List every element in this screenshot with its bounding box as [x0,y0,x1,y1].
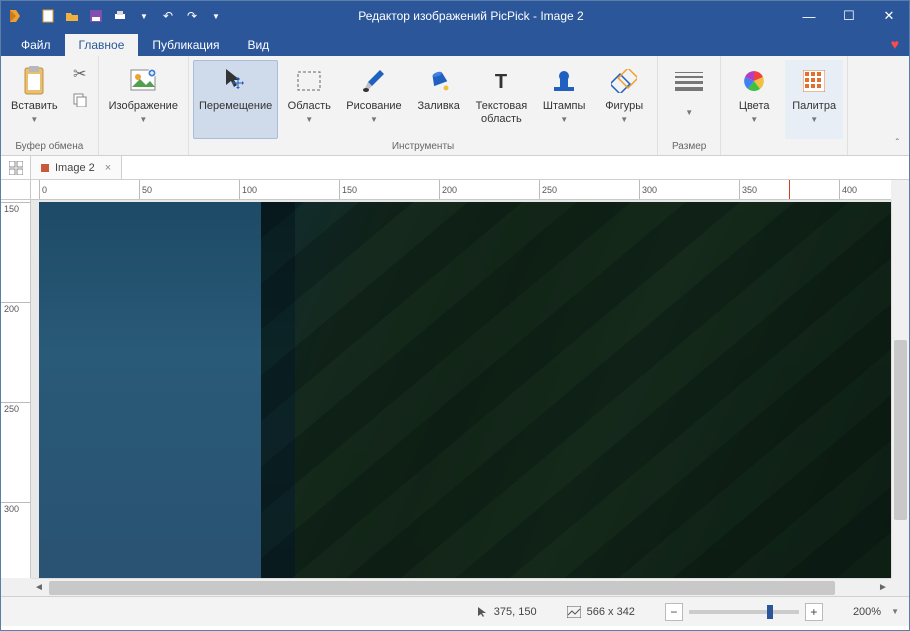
size-button[interactable]: ▼ [662,60,716,139]
clipboard-icon [21,64,47,98]
zoom-in-button[interactable]: + [805,603,823,621]
group-image: Изображение ▼ [99,56,189,155]
scroll-right-icon[interactable]: ► [875,582,891,593]
chevron-down-icon: ▼ [560,115,568,124]
undo-icon[interactable]: ↶ [157,5,179,27]
stamps-tool-button[interactable]: Штампы ▼ [535,60,593,139]
ruler-marker [789,180,790,200]
image-size: 566 x 342 [567,606,635,618]
scrollbar-thumb[interactable] [49,581,835,595]
status-bar: 375, 150 566 x 342 − + 200%▼ [1,596,909,626]
selection-icon [297,64,321,98]
workspace: 0 50 100 150 200 250 300 350 400 150 200… [1,180,909,596]
image-canvas[interactable] [39,202,891,578]
tab-publish[interactable]: Публикация [138,34,233,56]
chevron-down-icon: ▼ [305,115,313,124]
chevron-down-icon: ▼ [139,115,147,124]
cut-button[interactable]: ✂ [68,62,92,86]
zoom-percent[interactable]: 200%▼ [853,606,899,618]
tab-home[interactable]: Главное [65,34,139,56]
scissors-icon: ✂ [73,64,86,84]
collapse-ribbon-icon[interactable]: ˆ [896,138,899,149]
document-tabs: Image 2 × [1,156,909,180]
document-tab[interactable]: Image 2 × [31,156,122,179]
line-weight-icon [668,64,710,98]
group-clipboard: Вставить ▼ ✂ Буфер обмена [1,56,99,155]
move-tool-button[interactable]: Перемещение [193,60,278,139]
quick-access-toolbar: ▼ ↶ ↷ ▼ [31,5,233,27]
app-icon [1,1,31,31]
brush-icon [362,64,386,98]
move-cursor-icon [222,64,250,98]
zoom-slider-thumb[interactable] [767,605,773,619]
title-bar: ▼ ↶ ↷ ▼ Редактор изображений PicPick - I… [1,1,909,31]
image-button[interactable]: Изображение ▼ [103,60,184,139]
thumbnails-button[interactable] [1,156,31,179]
ribbon: Вставить ▼ ✂ Буфер обмена Изображение ▼ … [1,56,909,156]
dimensions-icon [567,606,581,618]
palette-grid-icon [803,64,825,98]
close-tab-icon[interactable]: × [105,162,111,174]
region-tool-button[interactable]: Область ▼ [280,60,338,139]
doc-tab-label: Image 2 [55,162,95,174]
chevron-down-icon: ▼ [370,115,378,124]
window-title: Редактор изображений PicPick - Image 2 [233,9,789,23]
group-tools: Перемещение Область ▼ Рисование ▼ Заливк… [189,56,658,155]
vertical-ruler[interactable]: 150 200 250 300 [1,200,31,578]
chevron-down-icon: ▼ [750,115,758,124]
chevron-down-icon: ▼ [30,115,38,124]
shapes-icon [611,64,637,98]
colors-button[interactable]: Цвета ▼ [725,60,783,139]
fill-tool-button[interactable]: Заливка [410,60,468,139]
shapes-tool-button[interactable]: Фигуры ▼ [595,60,653,139]
paste-button[interactable]: Вставить ▼ [5,60,64,139]
cursor-icon [476,606,488,618]
vertical-scrollbar[interactable] [891,200,909,578]
qat-more-icon[interactable]: ▼ [205,5,227,27]
zoom-slider-track[interactable] [689,610,799,614]
draw-tool-button[interactable]: Рисование ▼ [340,60,407,139]
open-icon[interactable] [61,5,83,27]
svg-text:T: T [495,71,507,92]
redo-icon[interactable]: ↷ [181,5,203,27]
doc-modified-icon [41,164,49,172]
minimize-button[interactable]: — [789,1,829,31]
palette-button[interactable]: Палитра ▼ [785,60,843,139]
ribbon-tabs: Файл Главное Публикация Вид ♥ [1,31,909,56]
copy-icon [73,93,87,107]
window-controls: — ☐ ✕ [789,1,909,31]
horizontal-scrollbar[interactable]: ◄ ► [31,578,891,596]
qat-dropdown-icon[interactable]: ▼ [133,5,155,27]
ruler-corner [1,180,31,200]
new-icon[interactable] [37,5,59,27]
zoom-control: − + [665,603,823,621]
group-colors: Цвета ▼ Палитра ▼ [721,56,848,155]
canvas-viewport[interactable] [31,200,891,578]
horizontal-ruler[interactable]: 0 50 100 150 200 250 300 350 400 [31,180,891,200]
bucket-icon [426,64,452,98]
close-button[interactable]: ✕ [869,1,909,31]
color-wheel-icon [742,64,766,98]
chevron-down-icon: ▼ [891,607,899,616]
stamp-icon [552,64,576,98]
tab-view[interactable]: Вид [233,34,283,56]
zoom-out-button[interactable]: − [665,603,683,621]
chevron-down-icon: ▼ [685,108,693,117]
cursor-position: 375, 150 [476,606,537,618]
copy-button[interactable] [68,88,92,112]
text-icon: T [490,64,512,98]
maximize-button[interactable]: ☐ [829,1,869,31]
scrollbar-thumb[interactable] [894,340,907,520]
chevron-down-icon: ▼ [810,115,818,124]
text-tool-button[interactable]: T Текстовая область [470,60,533,139]
chevron-down-icon: ▼ [620,115,628,124]
heart-icon[interactable]: ♥ [891,36,899,52]
save-icon[interactable] [85,5,107,27]
print-icon[interactable] [109,5,131,27]
tab-file[interactable]: Файл [7,34,65,56]
scroll-left-icon[interactable]: ◄ [31,582,47,593]
group-size: ▼ Размер [658,56,721,155]
grid-icon [9,161,23,175]
image-icon [130,64,156,98]
